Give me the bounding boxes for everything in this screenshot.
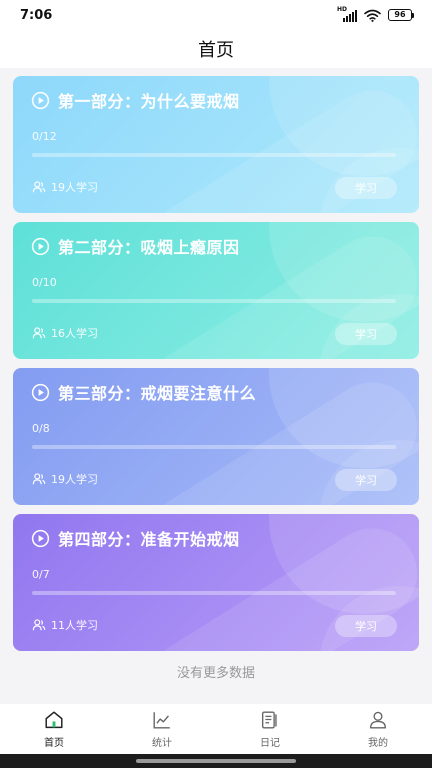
profile-icon [369, 711, 387, 729]
course-progress-text: 0/10 [32, 276, 57, 289]
course-progress-bar [32, 445, 396, 449]
course-title: 第一部分：为什么要戒烟 [58, 92, 240, 111]
home-gesture-handle[interactable] [136, 759, 296, 763]
course-card[interactable]: 第三部分：戒烟要注意什么 0/8 19人学习 学习 [13, 368, 419, 505]
study-button[interactable]: 学习 [335, 615, 397, 637]
course-list: 第一部分：为什么要戒烟 0/12 19人学习 学习 第二部分：吸烟上瘾原因 0/… [0, 68, 432, 704]
cellular-signal-icon: HD [337, 6, 357, 22]
study-button[interactable]: 学习 [335, 469, 397, 491]
course-progress-bar [32, 299, 396, 303]
course-learners-count: 19人学习 [51, 473, 98, 486]
tab-diary[interactable]: 日记 [216, 704, 324, 754]
learners-icon [32, 181, 46, 193]
course-progress-text: 0/7 [32, 568, 50, 581]
list-end-message: 没有更多数据 [176, 666, 255, 681]
tab-profile[interactable]: 我的 [324, 704, 432, 754]
tab-label: 统计 [152, 738, 172, 749]
play-circle-icon [31, 237, 50, 255]
home-icon [45, 711, 63, 729]
chart-icon [153, 712, 170, 729]
course-card[interactable]: 第四部分：准备开始戒烟 0/7 11人学习 学习 [13, 514, 419, 651]
status-time: 7:06 [20, 7, 53, 23]
course-card[interactable]: 第二部分：吸烟上瘾原因 0/10 16人学习 学习 [13, 222, 419, 359]
course-card[interactable]: 第一部分：为什么要戒烟 0/12 19人学习 学习 [13, 76, 419, 213]
course-progress-text: 0/8 [32, 422, 50, 435]
learners-icon [32, 473, 46, 485]
battery-level: 96 [388, 9, 412, 21]
course-learners-count: 19人学习 [51, 181, 98, 194]
tab-label: 我的 [368, 738, 388, 749]
course-title: 第二部分：吸烟上瘾原因 [58, 238, 240, 257]
learners-icon [32, 327, 46, 339]
tab-statistics[interactable]: 统计 [108, 704, 216, 754]
diary-icon [261, 711, 277, 729]
course-title: 第四部分：准备开始戒烟 [58, 530, 240, 549]
tab-label: 首页 [44, 738, 64, 749]
study-button[interactable]: 学习 [335, 177, 397, 199]
course-title: 第三部分：戒烟要注意什么 [58, 384, 257, 403]
course-progress-text: 0/12 [32, 130, 57, 143]
tab-label: 日记 [260, 738, 280, 749]
page-header: 首页 [0, 30, 432, 68]
play-circle-icon [31, 91, 50, 109]
learners-icon [32, 619, 46, 631]
status-icons: HD 96 [337, 6, 414, 22]
page-title: 首页 [198, 40, 234, 61]
battery-icon: 96 [388, 9, 414, 21]
tab-home[interactable]: 首页 [0, 704, 108, 754]
course-learners-count: 11人学习 [51, 619, 98, 632]
course-learners-count: 16人学习 [51, 327, 98, 340]
bottom-tab-bar: 首页 统计 日记 我的 [0, 704, 432, 754]
play-circle-icon [31, 383, 50, 401]
play-circle-icon [31, 529, 50, 547]
wifi-icon [364, 9, 381, 22]
course-progress-bar [32, 591, 396, 595]
status-bar: 7:06 HD 96 [0, 0, 432, 30]
study-button[interactable]: 学习 [335, 323, 397, 345]
system-navigation-bar [0, 754, 432, 768]
course-progress-bar [32, 153, 396, 157]
